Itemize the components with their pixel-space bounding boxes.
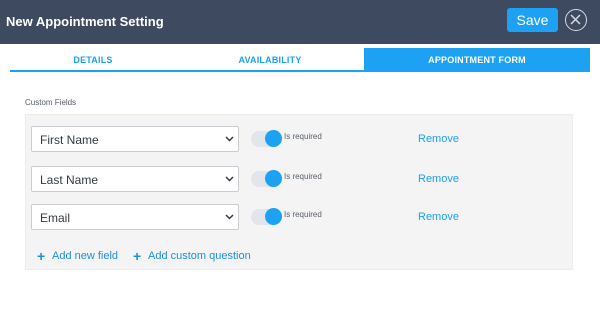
field-row: Last Name Is required Remove — [31, 166, 571, 194]
tab-details[interactable]: DETAILS — [10, 48, 176, 72]
tab-availability[interactable]: AVAILABILITY — [176, 48, 364, 72]
required-label: Is required — [284, 132, 322, 141]
add-new-field-label: Add new field — [52, 250, 119, 262]
field-select[interactable]: Last Name — [31, 166, 239, 192]
chevron-down-icon — [225, 214, 234, 220]
plus-icon: + — [133, 248, 142, 264]
add-new-field-button[interactable]: + Add new field — [37, 248, 132, 265]
save-button[interactable]: Save — [507, 8, 558, 32]
required-label: Is required — [284, 172, 322, 181]
close-icon — [570, 14, 581, 25]
dialog-header: New Appointment Setting Save — [0, 0, 600, 44]
section-label: Custom Fields — [25, 98, 77, 107]
field-select[interactable]: First Name — [31, 126, 239, 152]
toggle-knob — [265, 130, 282, 147]
field-row: Email Is required Remove — [31, 204, 571, 232]
required-toggle[interactable] — [251, 208, 282, 225]
remove-link[interactable]: Remove — [418, 173, 459, 185]
field-row: First Name Is required Remove — [31, 126, 571, 154]
add-custom-question-label: Add custom question — [148, 250, 251, 262]
field-select[interactable]: Email — [31, 204, 239, 230]
required-toggle[interactable] — [251, 170, 282, 187]
chevron-down-icon — [225, 136, 234, 142]
dialog-title: New Appointment Setting — [6, 14, 164, 29]
close-button[interactable] — [565, 9, 587, 31]
custom-fields-panel: First Name Is required Remove Last Name … — [25, 114, 573, 270]
tab-bar: DETAILS AVAILABILITY APPOINTMENT FORM — [10, 48, 590, 72]
add-actions: + Add new field + Add custom question — [37, 248, 437, 265]
required-toggle[interactable] — [251, 130, 282, 147]
required-label: Is required — [284, 210, 322, 219]
tab-appointment-form[interactable]: APPOINTMENT FORM — [364, 48, 590, 72]
toggle-knob — [265, 170, 282, 187]
plus-icon: + — [37, 248, 46, 264]
chevron-down-icon — [225, 176, 234, 182]
field-select-value: Email — [40, 211, 71, 225]
remove-link[interactable]: Remove — [418, 211, 459, 223]
field-select-value: Last Name — [40, 173, 99, 187]
toggle-knob — [265, 208, 282, 225]
remove-link[interactable]: Remove — [418, 133, 459, 145]
field-select-value: First Name — [40, 133, 99, 147]
add-custom-question-button[interactable]: + Add custom question — [133, 248, 273, 265]
